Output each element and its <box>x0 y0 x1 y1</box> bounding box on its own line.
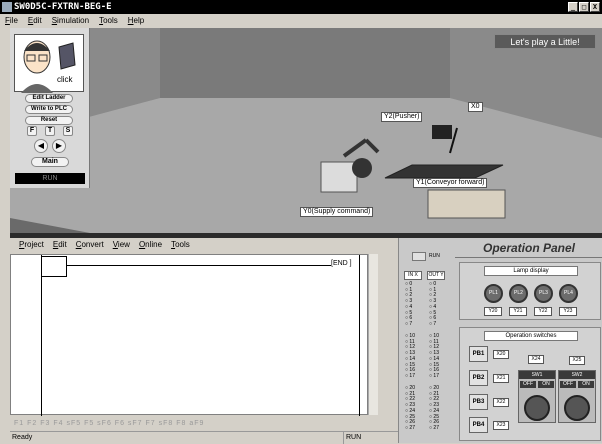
write-to-plc-button[interactable]: Write to PLC <box>25 105 73 114</box>
operation-panel: RUN Operation Panel IN X OUT Y ○ 0 ○ 0 ○ 1… <box>398 238 602 443</box>
supply-label: Y0(Supply command) <box>300 207 374 217</box>
reset-button[interactable]: Reset <box>25 116 73 125</box>
output-y27: ○ 27 <box>429 424 439 431</box>
sw2-on: ON <box>578 381 594 388</box>
s-button[interactable]: S <box>63 126 73 136</box>
pusher-label: Y2(Pusher) <box>381 112 423 122</box>
lamp-output-y23: Y23 <box>559 307 577 316</box>
menu-simulation[interactable]: Simulation <box>52 14 89 28</box>
run-indicator <box>412 252 426 261</box>
lamp-pl3: PL3 <box>534 284 553 303</box>
pb4-input: X23 <box>493 421 509 430</box>
control-panel: click Edit Ladder Write to PLC Reset F T… <box>10 28 90 188</box>
input-x27: ○ 27 <box>405 424 415 431</box>
run-indicator-label: RUN <box>429 253 440 259</box>
right-rail <box>359 255 360 416</box>
menu-bar: File Edit Simulation Tools Help <box>0 14 602 28</box>
avatar[interactable]: click <box>14 34 84 93</box>
input-x7: ○ 7 <box>405 320 413 327</box>
menu-tools[interactable]: Tools <box>99 14 118 28</box>
selector-switch-2[interactable]: SW2 OFF ON <box>558 370 596 423</box>
scene-graphic <box>10 28 602 233</box>
in-header: IN X <box>404 271 422 280</box>
app-icon <box>2 2 12 12</box>
teacher-icon <box>21 40 76 93</box>
pb2-button[interactable]: PB2 <box>469 370 488 386</box>
click-label: click <box>57 75 73 84</box>
menu-file[interactable]: File <box>5 14 18 28</box>
input-x17: ○ 17 <box>405 372 415 379</box>
lamp-display-label: Lamp display <box>484 266 578 276</box>
simulation-scene <box>10 28 602 233</box>
function-toolbar[interactable]: F1 F2 F3 F4 sF5 F5 sF6 F6 sF7 F7 sF8 F8 … <box>10 417 398 431</box>
sw1-input: X24 <box>528 355 544 364</box>
window-title: SW0D5C-FXTRN-BEG-E <box>14 2 112 12</box>
sw2-input: X25 <box>569 356 585 365</box>
next-arrow-icon[interactable]: ▶ <box>52 139 66 153</box>
sw2-label: SW2 <box>559 371 595 379</box>
sw1-knob-icon[interactable] <box>524 395 550 421</box>
editor-menu-view[interactable]: View <box>113 238 130 252</box>
selector-switch-1[interactable]: SW1 OFF ON <box>518 370 556 423</box>
run-status: RUN <box>15 173 85 184</box>
vertical-scrollbar[interactable] <box>368 254 378 415</box>
ladder-canvas[interactable]: [END ] <box>10 254 368 416</box>
operation-panel-title: Operation Panel <box>455 238 602 258</box>
pb4-button[interactable]: PB4 <box>469 417 488 433</box>
sw1-on: ON <box>538 381 554 388</box>
lamp-output-y22: Y22 <box>534 307 552 316</box>
minimize-button[interactable]: _ <box>568 2 578 12</box>
sw1-off: OFF <box>520 381 536 388</box>
pb3-input: X22 <box>493 398 509 407</box>
menu-help[interactable]: Help <box>128 14 144 28</box>
lamp-pl1: PL1 <box>484 284 503 303</box>
f-button[interactable]: F <box>27 126 37 136</box>
close-button[interactable]: X <box>590 2 600 12</box>
end-instruction: [END ] <box>331 260 352 267</box>
out-header: OUT Y <box>427 271 445 280</box>
pb1-input: X20 <box>493 350 509 359</box>
t-button[interactable]: T <box>45 126 55 136</box>
editor-menu: Project Edit Convert View Online Tools <box>10 238 398 252</box>
status-mode: RUN <box>343 432 383 444</box>
left-rail <box>41 255 42 416</box>
editor-menu-project[interactable]: Project <box>19 238 44 252</box>
conveyor-label: Y1(Conveyor forward) <box>413 178 488 188</box>
editor-menu-convert[interactable]: Convert <box>76 238 104 252</box>
status-bar: Ready RUN <box>10 431 398 444</box>
maximize-button[interactable]: □ <box>579 2 589 12</box>
lamp-pl2: PL2 <box>509 284 528 303</box>
pb2-input: X21 <box>493 374 509 383</box>
edit-ladder-button[interactable]: Edit Ladder <box>25 94 73 103</box>
editor-menu-edit[interactable]: Edit <box>53 238 67 252</box>
sw2-knob-icon[interactable] <box>564 395 590 421</box>
ladder-editor: Project Edit Convert View Online Tools [… <box>10 238 398 444</box>
main-button[interactable]: Main <box>31 157 69 167</box>
sw1-label: SW1 <box>519 371 555 379</box>
output-y17: ○ 17 <box>429 372 439 379</box>
editor-menu-tools[interactable]: Tools <box>171 238 190 252</box>
pb3-button[interactable]: PB3 <box>469 394 488 410</box>
lamp-output-y20: Y20 <box>484 307 502 316</box>
ladder-cursor <box>41 256 67 277</box>
prev-arrow-icon[interactable]: ◀ <box>34 139 48 153</box>
pb1-button[interactable]: PB1 <box>469 346 488 362</box>
sw2-off: OFF <box>560 381 576 388</box>
lamp-pl4: PL4 <box>559 284 578 303</box>
lamp-display: Lamp display <box>459 262 601 320</box>
play-banner: Let's play a Little! <box>494 34 596 49</box>
title-bar: SW0D5C-FXTRN-BEG-E _ □ X <box>0 0 602 14</box>
sensor-label: X0 <box>468 102 483 112</box>
end-line <box>67 265 331 266</box>
menu-edit[interactable]: Edit <box>28 14 42 28</box>
output-y7: ○ 7 <box>429 320 437 327</box>
editor-menu-online[interactable]: Online <box>139 238 162 252</box>
status-ready: Ready <box>12 434 33 441</box>
operation-switches-label: Operation switches <box>484 331 578 341</box>
lamp-output-y21: Y21 <box>509 307 527 316</box>
